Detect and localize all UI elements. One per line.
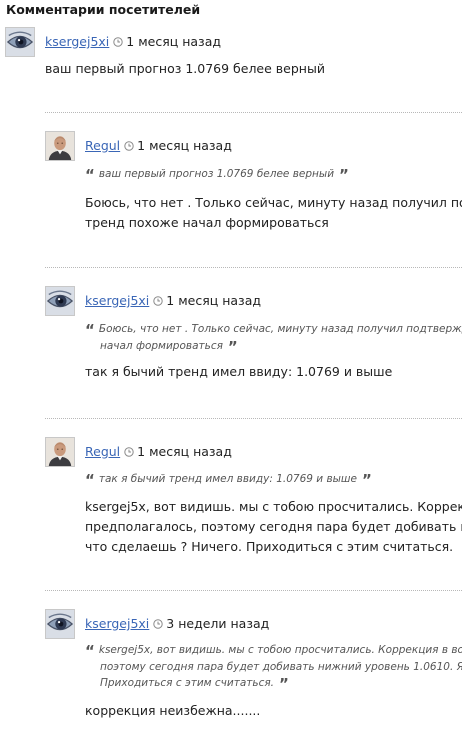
comment-time: 1 месяц назад <box>166 293 261 308</box>
user-avatar-ksergej5xi[interactable] <box>5 27 35 57</box>
quote-line: Приходиться с этим считаться. ” <box>85 675 462 692</box>
quoted-comment: “ksergej5x, вот видишь. мы с тобою просч… <box>85 642 462 692</box>
comment-text: Боюсь, что нет . Только сейчас, минуту н… <box>85 193 462 233</box>
author-link[interactable]: ksergej5xi <box>45 34 109 49</box>
user-avatar-regul[interactable] <box>45 437 75 467</box>
open-quote-icon: “ <box>85 321 95 339</box>
comment-header: ksergej5xi 1 месяц назад <box>45 286 462 316</box>
comment-time: 1 месяц назад <box>126 34 221 49</box>
comment-item: ksergej5xi 3 недели назад “ksergej5x, вот … <box>45 609 462 749</box>
quote-text: начал формироваться <box>100 340 223 352</box>
clock-icon <box>124 445 134 460</box>
author-link[interactable]: ksergej5xi <box>85 293 149 308</box>
clock-icon <box>124 139 134 154</box>
quote-line: “так я бычий тренд имел ввиду: 1.0769 и … <box>85 471 462 488</box>
quoted-comment: “ваш первый прогноз 1.0769 белее верный ” <box>85 166 462 183</box>
quote-line: “ваш первый прогноз 1.0769 белее верный ” <box>85 166 462 183</box>
comment-text-line: Боюсь, что нет . Только сейчас, минуту н… <box>85 195 462 210</box>
quote-line: “Боюсь, что нет . Только сейчас, минуту … <box>85 321 462 338</box>
comment-text: ksergej5x, вот видишь. мы с тобою просчи… <box>85 497 462 557</box>
comment-meta: ksergej5xi 1 месяц назад <box>85 293 261 309</box>
open-quote-icon: “ <box>85 642 95 660</box>
comment-text-line: тренд похоже начал формироваться <box>85 215 329 230</box>
comment-header: Regul 1 месяц назад <box>45 131 462 161</box>
comment-item: ksergej5xi 1 месяц назад “Боюсь, что нет .… <box>45 286 462 426</box>
quote-text: ваш первый прогноз 1.0769 белее верный <box>98 168 335 180</box>
quote-text: Приходиться с этим считаться. <box>100 677 274 689</box>
comment-text-line: так я бычий тренд имел ввиду: 1.0769 и в… <box>85 364 393 379</box>
close-quote-icon: ” <box>279 675 289 692</box>
author-link[interactable]: Regul <box>85 138 120 153</box>
clock-icon <box>153 294 163 309</box>
comment-item: Regul 1 месяц назад “так я бычий тренд име… <box>45 437 462 577</box>
close-quote-icon: ” <box>227 338 238 355</box>
quote-line: “ksergej5x, вот видишь. мы с тобою просч… <box>85 642 462 659</box>
section-title: Комментарии посетителей <box>6 2 201 17</box>
comment-divider <box>45 112 462 113</box>
clock-icon <box>113 35 123 50</box>
user-avatar-ksergej5xi[interactable] <box>45 609 75 639</box>
comment-meta: ksergej5xi 3 недели назад <box>85 616 269 632</box>
comment-text: коррекция неизбежна....... <box>85 701 462 721</box>
comment-text-line: коррекция неизбежна....... <box>85 703 261 718</box>
comment-header: ksergej5xi 1 месяц назад <box>5 27 462 57</box>
comment-time: 1 месяц назад <box>137 444 232 459</box>
comment-header: ksergej5xi 3 недели назад <box>45 609 462 639</box>
comment-text-line: что сделаешь ? Ничего. Приходиться с эти… <box>85 539 454 554</box>
quote-text: Боюсь, что нет . Только сейчас, минуту н… <box>98 323 462 335</box>
quoted-comment: “Боюсь, что нет . Только сейчас, минуту … <box>85 321 462 355</box>
clock-icon <box>153 617 163 632</box>
quote-text: так я бычий тренд имел ввиду: 1.0769 и в… <box>98 473 357 485</box>
user-avatar-regul[interactable] <box>45 131 75 161</box>
comment-text-line: ksergej5x, вот видишь. мы с тобою просчи… <box>85 499 462 514</box>
author-link[interactable]: ksergej5xi <box>85 616 149 631</box>
comment-meta: Regul 1 месяц назад <box>85 444 232 460</box>
comment-item: Regul 1 месяц назад “ваш первый прогноз 1.… <box>45 131 462 271</box>
open-quote-icon: “ <box>85 471 95 488</box>
quoted-comment: “так я бычий тренд имел ввиду: 1.0769 и … <box>85 471 462 488</box>
comment-text: ваш первый прогноз 1.0769 белее верный <box>45 59 462 79</box>
comment-time: 1 месяц назад <box>137 138 232 153</box>
comment-header: Regul 1 месяц назад <box>45 437 462 467</box>
comment-text-line: ваш первый прогноз 1.0769 белее верный <box>45 61 325 76</box>
quote-text: поэтому сегодня пара будет добивать нижн… <box>100 661 462 673</box>
author-link[interactable]: Regul <box>85 444 120 459</box>
quote-line: поэтому сегодня пара будет добивать нижн… <box>85 659 462 675</box>
user-avatar-ksergej5xi[interactable] <box>45 286 75 316</box>
comment-divider <box>45 590 462 591</box>
close-quote-icon: ” <box>339 166 349 183</box>
comment-divider <box>45 418 462 419</box>
open-quote-icon: “ <box>85 166 95 183</box>
comment-meta: Regul 1 месяц назад <box>85 138 232 154</box>
comment-text-line: предполагалось, поэтому сегодня пара буд… <box>85 519 462 534</box>
quote-line: начал формироваться ” <box>85 338 462 355</box>
comment-meta: ksergej5xi 1 месяц назад <box>45 34 221 50</box>
quote-text: ksergej5x, вот видишь. мы с тобою просчи… <box>98 644 462 656</box>
comment-text: так я бычий тренд имел ввиду: 1.0769 и в… <box>85 362 462 382</box>
close-quote-icon: ” <box>362 471 372 488</box>
comment-divider <box>45 267 462 268</box>
comment-time: 3 недели назад <box>166 616 270 631</box>
